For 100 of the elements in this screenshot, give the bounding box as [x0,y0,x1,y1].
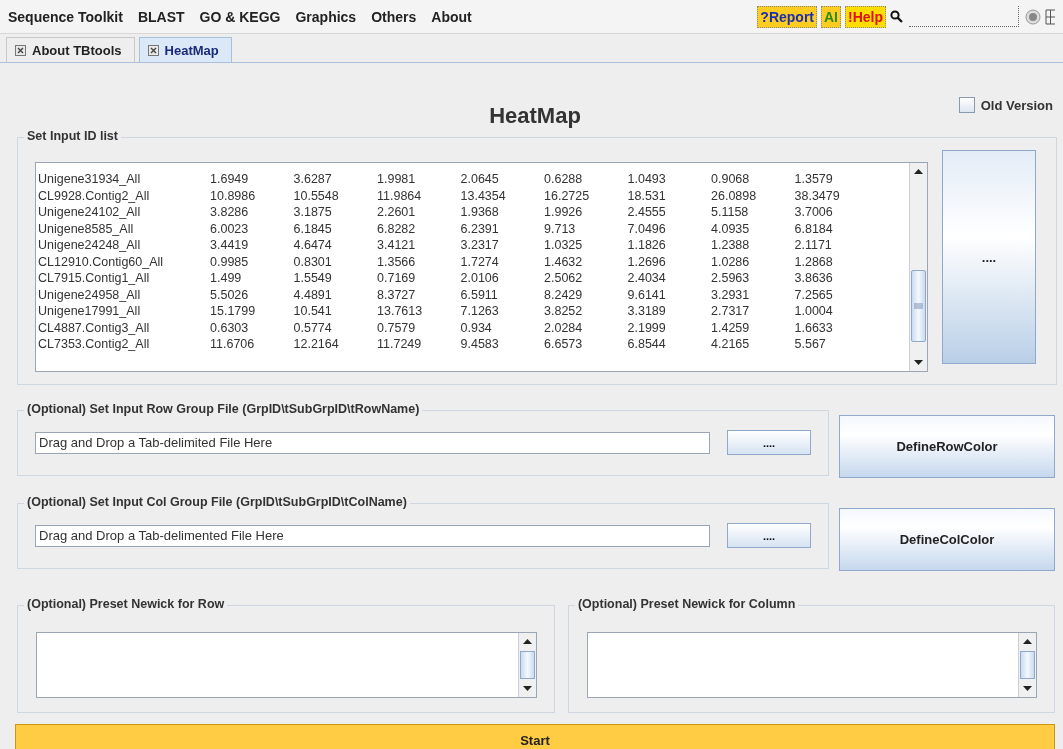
table-cell-text: 1.0004 [794,304,834,319]
table-cell-text: 7.1263 [460,304,500,319]
table-cell-text: Unigene8585_All [37,221,135,236]
menu-item[interactable]: Sequence Toolkit [8,8,123,25]
table-cell-text: 1.0286 [711,254,751,269]
table-cell-text: 1.6949 [210,172,250,187]
table-cell-text: 12.2164 [293,337,340,352]
table-cell-text: 1.2868 [794,254,834,269]
toolbar-button[interactable]: ?Report [757,5,817,28]
table-cell-text: 0.9985 [210,254,250,269]
menu-item[interactable]: GO & KEGG [199,8,281,25]
section-label: Set Input ID list [24,129,121,143]
table-cell-text: 6.8544 [627,337,667,352]
table-cell-text: 3.4419 [210,238,250,253]
table-cell-text: 8.3727 [377,287,417,302]
table-cell-text: 1.0493 [627,172,667,187]
table-cell-text: 11.6706 [210,337,256,352]
table-cell-text: 3.8252 [544,304,584,319]
table-cell-text: 3.8636 [794,271,834,286]
table-cell-text: 4.2165 [711,337,751,352]
table-cell-text: 26.0898 [711,188,758,203]
define-color-button[interactable]: DefineColColor [839,508,1055,571]
toolbar-button[interactable]: !Help [845,5,886,28]
table-cell-text: 3.8286 [210,205,250,220]
checkbox-label: Old Version [980,97,1053,113]
table-cell-text: Unigene24248_All [37,238,142,253]
table-cell-text: 7.0496 [627,221,667,236]
menu-item[interactable]: Graphics [295,8,357,25]
table-cell-text: 7.2565 [794,287,834,302]
file-field[interactable]: Drag and Drop a Tab-delimited File Here [35,431,710,454]
table-cell-text: Unigene24102_All [37,205,142,220]
table-cell-text: 1.0325 [544,238,584,253]
table-cell-text: 11.7249 [377,337,423,352]
file-field[interactable]: Drag and Drop a Tab-delimented File Here [35,524,710,547]
table-cell-text: 5.1158 [711,205,750,220]
table-cell-text: 1.6633 [794,320,834,335]
table-cell-text: 10.5548 [293,188,340,203]
menu-item[interactable]: BLAST [137,8,185,25]
table-cell-text: 9.713 [544,221,577,236]
table-cell-text: 6.0023 [210,221,250,236]
table-cell-text: 0.5774 [293,320,333,335]
table-cell-text: 0.6303 [210,320,250,335]
table-cell-text: 2.0284 [544,320,584,335]
table-cell-text: 4.6474 [293,238,333,253]
table-cell-text: 3.4121 [377,238,417,253]
table-cell-text: 2.5062 [544,271,584,286]
section-label: (Optional) Preset Newick for Column [574,597,799,611]
table-cell-text: 2.5963 [711,271,751,286]
table-cell-text: 1.3566 [377,254,417,269]
table-cell-text: CL7353.Contig2_All [37,337,151,352]
section-label: (Optional) Preset Newick for Row [24,597,228,611]
table-cell-text: 5.567 [794,337,827,352]
menu-item[interactable]: About [431,8,472,25]
table-cell-text: 1.9926 [544,205,584,220]
table-cell-text: 0.934 [460,320,493,335]
table-cell-text: 0.8301 [293,254,333,269]
table-cell-text: 1.9981 [377,172,417,187]
browse-button[interactable]: .... [942,150,1036,364]
table-cell-text: 6.6573 [544,337,584,352]
table-cell-text: 3.2931 [711,287,751,302]
table-cell-text: 0.6288 [544,172,584,187]
table-cell-text: 3.7006 [794,205,834,220]
table-cell-text: 1.5549 [293,271,333,286]
table-cell-text: 9.6141 [627,287,667,302]
table-cell-text: 1.2696 [627,254,667,269]
table-cell-text: 3.2317 [460,238,500,253]
table-cell-text: 13.7613 [377,304,424,319]
table-cell-text: 1.1826 [627,238,667,253]
table-cell-text: 6.8184 [794,221,834,236]
table-cell-text: 4.4891 [293,287,333,302]
browse-button[interactable]: .... [727,523,811,548]
table-cell-text: 8.2429 [544,287,584,302]
table-cell-text: 3.6287 [293,172,333,187]
table-cell-text: 6.8282 [377,221,417,236]
table-cell-text: 6.2391 [460,221,500,236]
table-cell-text: 1.4259 [711,320,751,335]
menu-item[interactable]: Others [371,8,417,25]
table-cell-text: Unigene17991_All [37,304,142,319]
tab[interactable]: About TBtools [6,37,135,62]
table-cell-text: 9.4583 [460,337,500,352]
browse-button[interactable]: .... [727,430,811,455]
table-cell-text: CL9928.Contig2_All [37,188,151,203]
table-cell-text: 1.3579 [794,172,834,187]
table-cell-text: CL12910.Contig60_All [37,254,165,269]
table-cell-text: 18.531 [627,188,667,203]
define-color-button[interactable]: DefineRowColor [839,415,1055,478]
table-cell-text: 2.0106 [460,271,500,286]
table-cell-text: 1.9368 [460,205,500,220]
table-cell-text: 2.1999 [627,320,667,335]
table-cell-text: 1.499 [210,271,243,286]
table-cell-text: 2.4034 [627,271,667,286]
table-cell-text: 13.4354 [460,188,507,203]
table-cell-text: 4.0935 [711,221,751,236]
table-cell-text: 1.7274 [460,254,500,269]
table-cell-text: 2.2601 [377,205,417,220]
section-label: (Optional) Set Input Row Group File (GrpID\tSubGrpID\tRowName) [24,401,423,416]
start-button[interactable]: Start [15,724,1055,749]
tab[interactable]: HeatMap [138,37,232,62]
table-cell-text: 6.5911 [460,287,499,302]
table-cell-text: 0.7579 [377,320,417,335]
